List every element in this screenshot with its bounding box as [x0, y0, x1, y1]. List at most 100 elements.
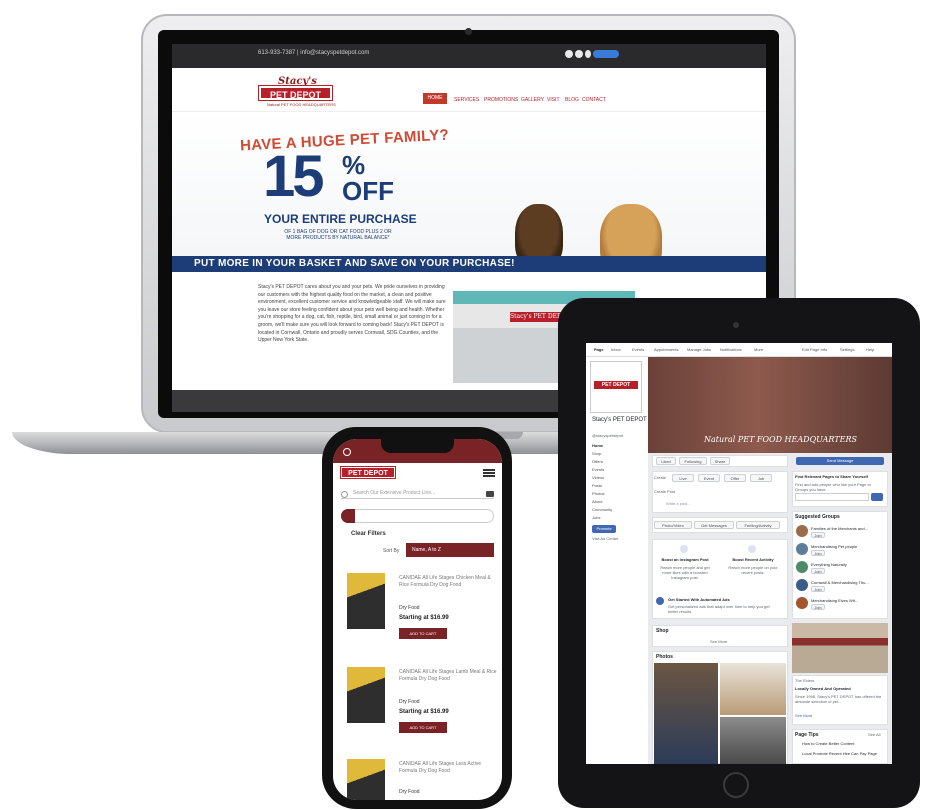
group-name[interactable]: Merchandising Elves Wit...: [811, 598, 858, 603]
nav-home[interactable]: HOME: [423, 93, 447, 104]
fb-nav-community[interactable]: Community: [592, 507, 612, 512]
group-avatar[interactable]: [796, 543, 808, 555]
fb-page-tip-item[interactable]: How to Create Better Content: [802, 741, 854, 746]
nav-services[interactable]: SERVICES: [454, 97, 479, 103]
fb-post-see-more[interactable]: See More: [795, 713, 812, 718]
fb-tab-settings[interactable]: Settings: [840, 347, 854, 352]
fb-ad-center-link[interactable]: Visit Ad Center: [592, 536, 618, 541]
nav-gallery[interactable]: GALLERY: [521, 97, 544, 103]
group-avatar[interactable]: [796, 561, 808, 573]
add-to-cart-button[interactable]: ADD TO CART: [399, 628, 447, 639]
fb-create-label: Create: [654, 475, 667, 480]
fb-ads-title[interactable]: Get Started With Automated Ads: [668, 597, 730, 602]
fb-create-post[interactable]: Create Post: [654, 489, 675, 494]
group-name[interactable]: Everything Naturally: [811, 562, 847, 567]
fb-get-messages-button[interactable]: Get Messages: [694, 521, 734, 529]
fb-tab-page[interactable]: Page: [594, 347, 604, 352]
fb-nav-posts[interactable]: Posts: [592, 483, 602, 488]
add-to-cart-button[interactable]: ADD TO CART: [399, 722, 447, 733]
product-search-input[interactable]: Search Our Extensive Product Line...: [341, 487, 494, 499]
fb-photo-video-button[interactable]: Photo/Video: [654, 521, 692, 529]
fb-photo-thumbnail[interactable]: [720, 717, 786, 764]
product-image[interactable]: [347, 759, 385, 800]
product-image[interactable]: [347, 667, 385, 723]
social-icon[interactable]: [585, 50, 591, 58]
fb-write-post-input[interactable]: Write a post...: [666, 501, 691, 506]
group-join-button[interactable]: Join: [811, 586, 825, 592]
fb-feeling-button[interactable]: Feeling/Activity: [736, 521, 780, 529]
fb-photo-thumbnail[interactable]: [720, 663, 786, 715]
group-join-button[interactable]: Join: [811, 532, 825, 538]
instagram-icon[interactable]: [575, 50, 583, 58]
fb-photo-thumbnail[interactable]: [654, 663, 718, 764]
fb-tab-appointments[interactable]: Appointments: [654, 347, 678, 352]
fb-page-tip-item[interactable]: Local Promote Recent Hire Can Pay Page: [802, 751, 877, 756]
fb-tab-edit-info[interactable]: Edit Page Info: [802, 347, 827, 352]
tablet-home-button[interactable]: [723, 772, 749, 798]
fb-tab-manage-jobs[interactable]: Manage Jobs: [687, 347, 711, 352]
filter-icon[interactable]: [341, 509, 355, 523]
fb-create-event[interactable]: Event: [698, 474, 720, 482]
nav-promotions[interactable]: PROMOTIONS: [484, 97, 518, 103]
group-avatar[interactable]: [796, 579, 808, 591]
fb-tab-events[interactable]: Events: [632, 347, 644, 352]
group-name[interactable]: Merchandising Pet people: [811, 544, 857, 549]
facebook-icon[interactable]: [565, 50, 573, 58]
fb-nav-home[interactable]: Home: [592, 443, 603, 448]
fb-following-button[interactable]: Following: [679, 457, 707, 465]
fb-liked-button[interactable]: Liked: [656, 457, 676, 465]
hamburger-menu-icon[interactable]: [483, 469, 495, 471]
phone-icon[interactable]: [343, 448, 351, 456]
nav-blog[interactable]: BLOG: [565, 97, 579, 103]
product-image[interactable]: [347, 573, 385, 629]
fb-nav-videos[interactable]: Videos: [592, 475, 604, 480]
group-join-button[interactable]: Join: [811, 604, 825, 610]
mobile-logo[interactable]: PET DEPOT: [340, 466, 396, 479]
fb-tab-help[interactable]: Help: [866, 347, 874, 352]
fb-send-message-button[interactable]: Send Message: [796, 457, 884, 465]
group-join-button[interactable]: Join: [811, 568, 825, 574]
fb-tab-notifications[interactable]: Notifications: [720, 347, 742, 352]
clear-filters-link[interactable]: Clear Filters: [351, 531, 386, 537]
fb-store-photo[interactable]: [792, 623, 888, 673]
fb-nav-jobs[interactable]: Jobs: [592, 515, 600, 520]
group-name[interactable]: Families of the Merchants and...: [811, 526, 868, 531]
fb-share-button[interactable]: Share: [710, 457, 730, 465]
fb-tip-title[interactable]: Boost Recent Activity: [726, 557, 780, 562]
site-logo[interactable]: PET DEPOT: [258, 85, 333, 101]
fb-page-name: Stacy's PET DEPOT: [592, 417, 647, 423]
laptop-camera: [465, 28, 472, 35]
group-avatar[interactable]: [796, 525, 808, 537]
fb-tab-more[interactable]: More: [754, 347, 763, 352]
product-name[interactable]: CANIDAE All Life Stages Lamb Meal & Rice…: [399, 669, 497, 683]
fb-create-job[interactable]: Job: [750, 474, 772, 482]
fb-promote-button[interactable]: Promote: [592, 525, 616, 533]
fb-page-tips-see-all[interactable]: See All: [868, 732, 880, 737]
product-name[interactable]: CANIDAE All Life Stages Chicken Meal & R…: [399, 575, 497, 589]
fb-nav-about[interactable]: About: [592, 499, 602, 504]
nav-contact[interactable]: CONTACT: [582, 97, 606, 103]
fb-invite-search-input[interactable]: [795, 493, 869, 501]
product-name[interactable]: CANIDAE All Life Stages Less Active Form…: [399, 761, 497, 775]
fb-nav-shop[interactable]: Shop: [592, 451, 601, 456]
fb-nav-offers[interactable]: Offers: [592, 459, 603, 464]
fb-create-offer[interactable]: Offer: [724, 474, 746, 482]
shop-online-pill[interactable]: [593, 50, 619, 58]
fb-create-live[interactable]: Live: [672, 474, 694, 482]
group-name[interactable]: Cornwall & Merchandising Thu...: [811, 580, 869, 585]
group-join-button[interactable]: Join: [811, 550, 825, 556]
sort-select[interactable]: Name, A to Z: [406, 543, 494, 557]
fb-shop-see-more[interactable]: See More: [710, 639, 727, 644]
group-avatar[interactable]: [796, 597, 808, 609]
sort-by-label: Sort By: [383, 548, 400, 554]
fb-tip-title[interactable]: Boost an Instagram Post: [658, 557, 712, 562]
fb-nav-photos[interactable]: Photos: [592, 491, 604, 496]
fb-tab-inbox[interactable]: Inbox: [611, 347, 621, 352]
fb-nav-events[interactable]: Events: [592, 467, 604, 472]
nav-visit[interactable]: VISIT: [547, 97, 560, 103]
fb-invite-search-button[interactable]: [871, 493, 883, 501]
filter-bar[interactable]: [341, 509, 494, 523]
camera-icon[interactable]: [486, 491, 494, 497]
fb-shop-title: Shop: [656, 628, 669, 634]
shop-mobile-screen: PET DEPOT Search Our Extensive Product L…: [333, 439, 502, 800]
